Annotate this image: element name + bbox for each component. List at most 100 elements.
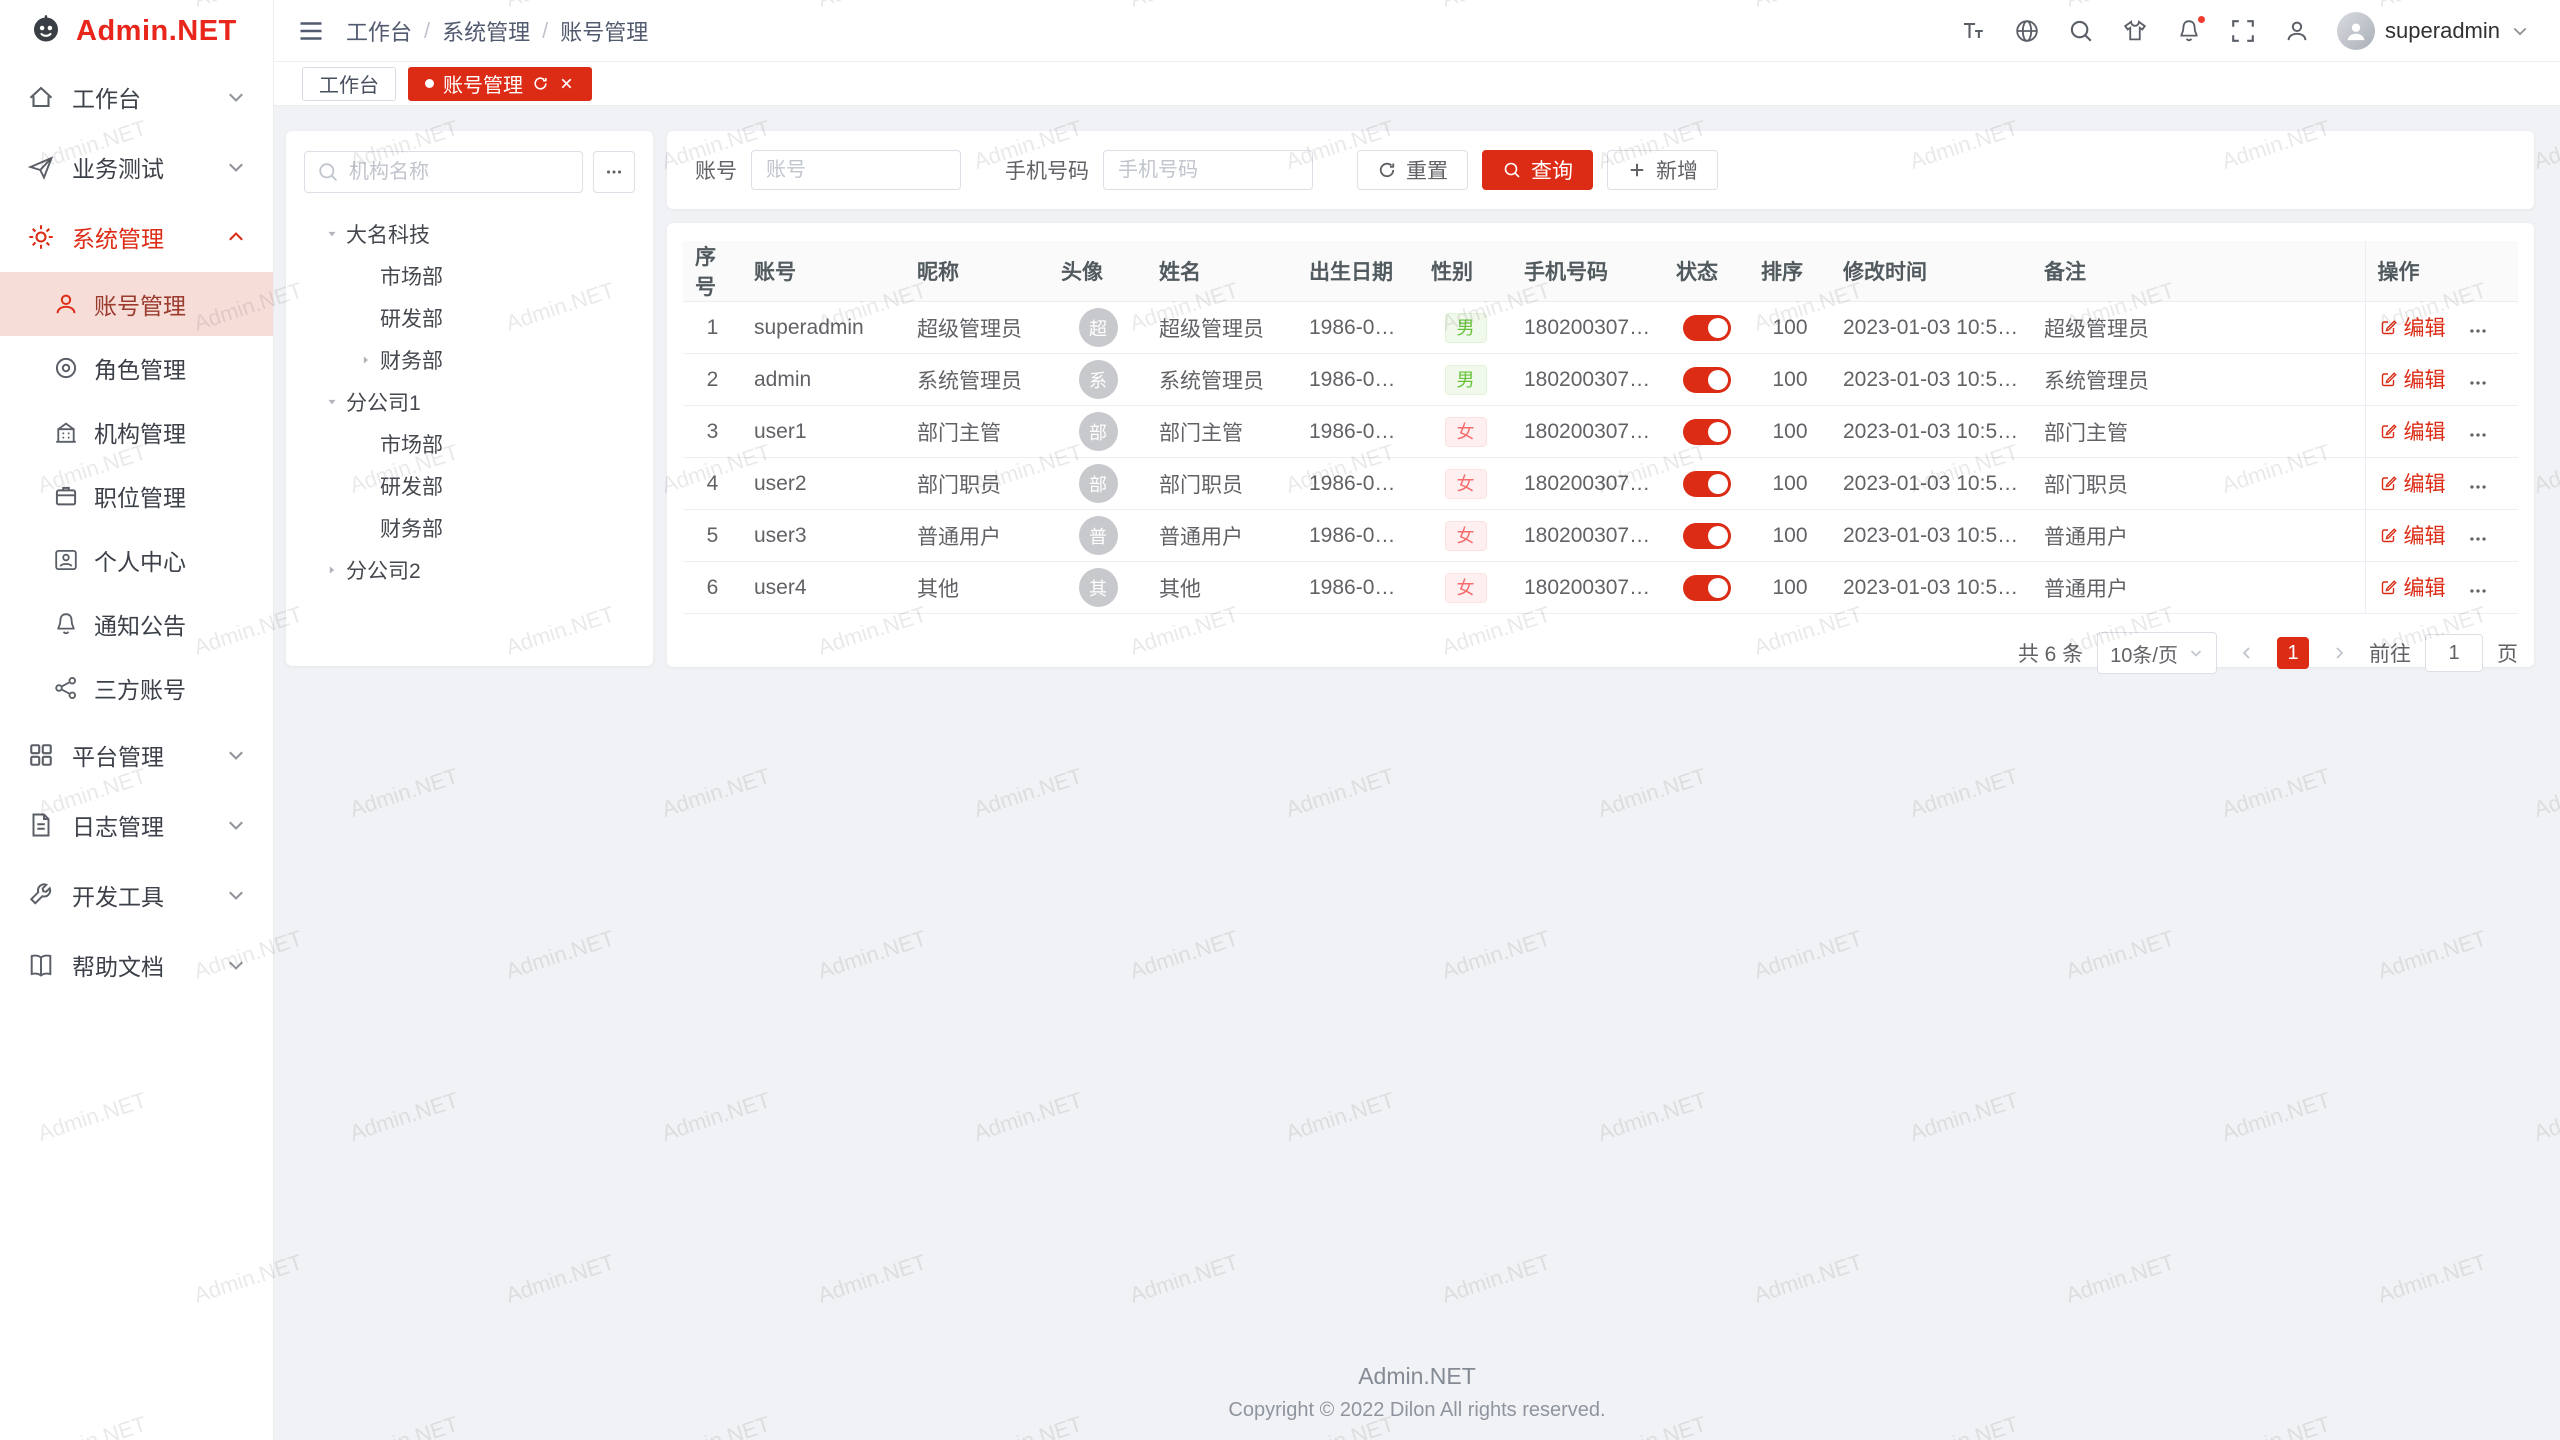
- org-search-input[interactable]: [304, 151, 583, 193]
- refresh-icon[interactable]: [532, 75, 549, 92]
- status-toggle[interactable]: [1683, 367, 1731, 393]
- tree-node[interactable]: 研发部: [304, 465, 635, 507]
- more-options-button[interactable]: [593, 151, 635, 193]
- sidebar-item-organization-management[interactable]: 机构管理: [0, 400, 273, 464]
- close-icon[interactable]: [558, 75, 575, 92]
- breadcrumb-item[interactable]: 账号管理: [560, 15, 648, 47]
- tree-node[interactable]: 财务部: [304, 507, 635, 549]
- sidebar-item-third-party-account[interactable]: 三方账号: [0, 656, 273, 720]
- fullscreen-icon[interactable]: [2229, 17, 2257, 45]
- cell-remark: 超级管理员: [2032, 302, 2365, 354]
- reset-button[interactable]: 重置: [1357, 150, 1468, 190]
- grid-icon: [26, 740, 56, 770]
- add-button[interactable]: 新增: [1607, 150, 1718, 190]
- edit-button[interactable]: 编辑: [2378, 572, 2446, 602]
- edit-button[interactable]: 编辑: [2378, 312, 2446, 342]
- breadcrumb-item[interactable]: 工作台: [346, 15, 412, 47]
- tree-node-label: 大名科技: [346, 219, 430, 249]
- breadcrumb-item[interactable]: 系统管理: [442, 15, 530, 47]
- more-actions-button[interactable]: [2467, 580, 2489, 602]
- user-menu[interactable]: superadmin: [2337, 12, 2530, 50]
- tree-node[interactable]: 分公司2: [304, 549, 635, 591]
- breadcrumb-separator: /: [424, 18, 430, 44]
- col-modified: 修改时间: [1831, 241, 2032, 302]
- tab-account-management[interactable]: 账号管理: [408, 67, 592, 101]
- cell-nickname: 部门职员: [905, 458, 1049, 510]
- cell-modified: 2023-01-03 10:59:44: [1831, 562, 2032, 614]
- col-gender: 性别: [1419, 241, 1512, 302]
- refresh-icon: [1377, 160, 1397, 180]
- user-settings-icon[interactable]: [2283, 17, 2311, 45]
- caret-expanded-icon[interactable]: [318, 392, 346, 412]
- more-actions-button[interactable]: [2467, 372, 2489, 394]
- menu-label: 开发工具: [72, 878, 209, 912]
- sidebar-item-position-management[interactable]: 职位管理: [0, 464, 273, 528]
- cell-modified: 2023-01-03 10:59:44: [1831, 510, 2032, 562]
- cell-name: 部门职员: [1147, 458, 1297, 510]
- next-page-button[interactable]: [2323, 637, 2355, 669]
- edit-button[interactable]: 编辑: [2378, 416, 2446, 446]
- search-icon: [316, 160, 340, 184]
- caret-collapsed-icon[interactable]: [352, 350, 380, 370]
- sidebar-item-account-management[interactable]: 账号管理: [0, 272, 273, 336]
- sidebar-item-workbench[interactable]: 工作台: [0, 62, 273, 132]
- caret-expanded-icon[interactable]: [318, 224, 346, 244]
- cell-birth: 1986-06-28: [1297, 406, 1419, 458]
- col-order: 排序: [1749, 241, 1831, 302]
- document-icon: [26, 810, 56, 840]
- status-toggle[interactable]: [1683, 471, 1731, 497]
- more-actions-button[interactable]: [2467, 528, 2489, 550]
- more-actions-button[interactable]: [2467, 476, 2489, 498]
- notification-icon[interactable]: [2175, 17, 2203, 45]
- sidebar-item-platform-management[interactable]: 平台管理: [0, 720, 273, 790]
- page-size-value: 10条/页: [2110, 639, 2178, 668]
- edit-button[interactable]: 编辑: [2378, 520, 2446, 550]
- menu-label: 日志管理: [72, 808, 209, 842]
- goto-page-input[interactable]: [2425, 634, 2483, 672]
- tree-node[interactable]: 市场部: [304, 423, 635, 465]
- status-toggle[interactable]: [1683, 575, 1731, 601]
- tree-node[interactable]: 分公司1: [304, 381, 635, 423]
- sidebar-item-role-management[interactable]: 角色管理: [0, 336, 273, 400]
- font-size-icon[interactable]: [1959, 17, 1987, 45]
- status-toggle[interactable]: [1683, 315, 1731, 341]
- tree-node[interactable]: 财务部: [304, 339, 635, 381]
- sidebar-item-business-test[interactable]: 业务测试: [0, 132, 273, 202]
- cell-order: 100: [1749, 302, 1831, 354]
- caret-collapsed-icon[interactable]: [318, 560, 346, 580]
- tab-workbench[interactable]: 工作台: [302, 67, 396, 101]
- account-input[interactable]: [751, 150, 961, 190]
- cell-account: user2: [742, 458, 905, 510]
- edit-button[interactable]: 编辑: [2378, 468, 2446, 498]
- sidebar-item-help-docs[interactable]: 帮助文档: [0, 930, 273, 1000]
- cell-index: 6: [683, 562, 742, 614]
- cell-order: 100: [1749, 562, 1831, 614]
- edit-label: 编辑: [2404, 312, 2446, 342]
- status-toggle[interactable]: [1683, 419, 1731, 445]
- search-icon[interactable]: [2067, 17, 2095, 45]
- menu-toggle-button[interactable]: [296, 16, 326, 46]
- tree-node[interactable]: 大名科技: [304, 213, 635, 255]
- table-row: 5 user3 普通用户 普 普通用户 1986-06-28 女 1802003…: [683, 510, 2518, 562]
- sidebar-item-notification[interactable]: 通知公告: [0, 592, 273, 656]
- more-actions-button[interactable]: [2467, 320, 2489, 342]
- tree-node[interactable]: 市场部: [304, 255, 635, 297]
- sidebar-item-dev-tools[interactable]: 开发工具: [0, 860, 273, 930]
- edit-button[interactable]: 编辑: [2378, 364, 2446, 394]
- sidebar-item-personal-center[interactable]: 个人中心: [0, 528, 273, 592]
- theme-icon[interactable]: [2121, 17, 2149, 45]
- page-number-button[interactable]: 1: [2277, 637, 2309, 669]
- search-button[interactable]: 查询: [1482, 150, 1593, 190]
- tree-node[interactable]: 研发部: [304, 297, 635, 339]
- sidebar-item-system-management[interactable]: 系统管理: [0, 202, 273, 272]
- caret-placeholder: [352, 266, 380, 286]
- language-icon[interactable]: [2013, 17, 2041, 45]
- phone-input[interactable]: [1103, 150, 1313, 190]
- cell-status: [1664, 354, 1749, 406]
- more-actions-button[interactable]: [2467, 424, 2489, 446]
- cell-order: 100: [1749, 510, 1831, 562]
- sidebar-item-log-management[interactable]: 日志管理: [0, 790, 273, 860]
- prev-page-button[interactable]: [2231, 637, 2263, 669]
- page-size-select[interactable]: 10条/页: [2097, 632, 2217, 674]
- status-toggle[interactable]: [1683, 523, 1731, 549]
